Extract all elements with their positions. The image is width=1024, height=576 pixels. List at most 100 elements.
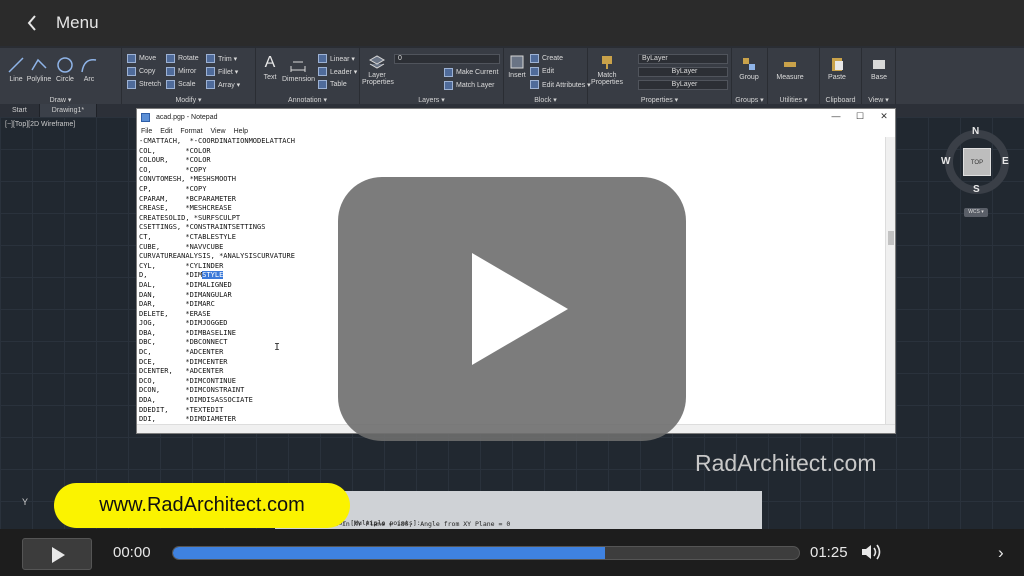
lineweight-dropdown[interactable]: ByLayer bbox=[638, 80, 728, 90]
ribbon-group-block-label[interactable]: Block ▾ bbox=[504, 96, 587, 104]
mirror-label: Mirror bbox=[178, 68, 197, 75]
circle-tool-label: Circle bbox=[56, 76, 74, 83]
compass-north[interactable]: N bbox=[972, 126, 979, 137]
dimension-tool[interactable]: Dimension bbox=[282, 56, 315, 83]
edit-block-label: Edit bbox=[542, 68, 555, 75]
ribbon-group-view-label[interactable]: View ▾ bbox=[862, 96, 895, 104]
menu-title[interactable]: Menu bbox=[56, 13, 99, 33]
ucs-icon: Y bbox=[22, 497, 29, 507]
base-tool[interactable]: Base bbox=[866, 56, 892, 81]
video-player: Menu Line Polyline Circle Arc Draw ▾ Mov… bbox=[0, 0, 1024, 576]
wcs-menu[interactable]: WCS ▾ bbox=[964, 208, 988, 217]
scale-tool[interactable]: Scale bbox=[166, 80, 196, 89]
play-button[interactable] bbox=[22, 538, 92, 570]
create-block-tool[interactable]: Create bbox=[530, 54, 563, 63]
rotate-tool[interactable]: Rotate bbox=[166, 54, 199, 63]
volume-icon[interactable] bbox=[860, 542, 884, 567]
create-block-label: Create bbox=[542, 55, 564, 62]
close-button[interactable]: ✕ bbox=[877, 111, 891, 122]
copy-tool[interactable]: Copy bbox=[127, 67, 155, 76]
chevron-left-icon[interactable] bbox=[22, 13, 42, 33]
table-label: Table bbox=[330, 81, 347, 88]
array-label: Array ▾ bbox=[218, 81, 241, 89]
color-dropdown-value: ByLayer bbox=[642, 55, 668, 62]
text-line-prefix: D, *DIM bbox=[139, 271, 203, 280]
tab-start[interactable]: Start bbox=[0, 104, 40, 117]
compass-south[interactable]: S bbox=[973, 184, 980, 195]
ribbon-group-modify-label[interactable]: Modify ▾ bbox=[122, 96, 255, 104]
stretch-label: Stretch bbox=[139, 81, 162, 88]
layer-dropdown[interactable]: 0 bbox=[394, 54, 500, 64]
progress-bar[interactable] bbox=[172, 546, 800, 560]
scrollbar-thumb[interactable] bbox=[888, 231, 894, 245]
color-dropdown[interactable]: ByLayer bbox=[638, 54, 728, 64]
match-properties-label: Match Properties bbox=[591, 72, 623, 86]
line-tool[interactable]: Line bbox=[6, 56, 26, 83]
measure-tool[interactable]: Measure bbox=[772, 56, 808, 81]
viewcube-top[interactable]: TOP bbox=[963, 148, 991, 176]
stretch-tool[interactable]: Stretch bbox=[127, 80, 161, 89]
trim-label: Trim ▾ bbox=[218, 55, 238, 63]
scale-label: Scale bbox=[178, 81, 196, 88]
big-play-button[interactable] bbox=[338, 177, 686, 441]
ribbon-group-draw-label[interactable]: Draw ▾ bbox=[0, 96, 121, 104]
ribbon-group-properties-label[interactable]: Properties ▾ bbox=[588, 96, 731, 104]
polyline-tool[interactable]: Polyline bbox=[26, 56, 52, 83]
linear-tool[interactable]: Linear ▾ bbox=[318, 54, 355, 63]
fillet-icon bbox=[206, 67, 215, 76]
text-line: COL, *COLOR bbox=[139, 146, 211, 155]
paste-label: Paste bbox=[828, 74, 846, 81]
trim-icon bbox=[206, 54, 215, 63]
ribbon-group-view: Base View ▾ bbox=[862, 48, 896, 106]
layer-properties-tool[interactable]: Layer Properties bbox=[362, 54, 394, 86]
leader-tool[interactable]: Leader ▾ bbox=[318, 67, 357, 76]
viewport-controls[interactable]: [−][Top][2D Wireframe] bbox=[5, 121, 75, 128]
lineweight-dropdown-value: ByLayer bbox=[671, 81, 698, 88]
stretch-icon bbox=[127, 80, 136, 89]
table-tool[interactable]: Table bbox=[318, 80, 347, 89]
arc-tool-label: Arc bbox=[83, 76, 95, 83]
compass-east[interactable]: E bbox=[1002, 156, 1009, 167]
ribbon-group-block: Insert Create Edit Edit Attributes ▾ Blo… bbox=[504, 48, 591, 106]
notepad-titlebar[interactable]: acad.pgp - Notepad bbox=[137, 109, 895, 125]
array-tool[interactable]: Array ▾ bbox=[206, 80, 240, 89]
mirror-tool[interactable]: Mirror bbox=[166, 67, 196, 76]
arc-tool[interactable]: Arc bbox=[80, 56, 98, 83]
ribbon-group-clipboard-label[interactable]: Clipboard bbox=[820, 97, 861, 104]
edit-attributes-tool[interactable]: Edit Attributes ▾ bbox=[530, 80, 591, 89]
ribbon-group-utilities-label[interactable]: Utilities ▾ bbox=[768, 96, 819, 104]
minimize-button[interactable]: — bbox=[829, 111, 843, 121]
maximize-button[interactable]: ☐ bbox=[853, 111, 867, 122]
rotate-icon bbox=[166, 54, 175, 63]
match-layer-label: Match Layer bbox=[456, 82, 495, 89]
match-layer-icon bbox=[444, 81, 453, 90]
top-menu-bar: Menu bbox=[0, 0, 1024, 46]
match-properties-tool[interactable]: Match Properties bbox=[590, 54, 624, 86]
chevron-right-icon[interactable]: › bbox=[998, 543, 1004, 563]
linetype-dropdown[interactable]: ByLayer bbox=[638, 67, 728, 77]
compass-west[interactable]: W bbox=[941, 156, 950, 167]
match-layer-tool[interactable]: Match Layer bbox=[444, 81, 495, 90]
ribbon-group-annotation-label[interactable]: Annotation ▾ bbox=[256, 96, 359, 104]
move-tool[interactable]: Move bbox=[127, 54, 156, 63]
insert-tool[interactable]: Insert bbox=[506, 54, 528, 79]
circle-tool[interactable]: Circle bbox=[54, 56, 76, 83]
polyline-icon bbox=[31, 58, 47, 71]
text-tool[interactable]: A Text bbox=[260, 54, 280, 81]
play-small-icon bbox=[52, 547, 65, 563]
paste-tool[interactable]: Paste bbox=[824, 56, 850, 81]
notepad-icon bbox=[141, 112, 150, 122]
fillet-tool[interactable]: Fillet ▾ bbox=[206, 67, 238, 76]
tab-drawing1[interactable]: Drawing1* bbox=[39, 104, 98, 117]
vertical-scrollbar[interactable] bbox=[885, 137, 895, 425]
text-cursor-icon: I bbox=[274, 342, 281, 353]
trim-tool[interactable]: Trim ▾ bbox=[206, 54, 237, 63]
group-tool[interactable]: Group bbox=[734, 56, 764, 81]
table-icon bbox=[318, 80, 327, 89]
ribbon-group-groups-label[interactable]: Groups ▾ bbox=[732, 96, 767, 104]
ribbon-group-layers-label[interactable]: Layers ▾ bbox=[360, 96, 503, 104]
make-current-tool[interactable]: Make Current bbox=[444, 68, 498, 77]
edit-block-tool[interactable]: Edit bbox=[530, 67, 554, 76]
current-time: 00:00 bbox=[113, 544, 151, 561]
group-label: Group bbox=[739, 74, 759, 81]
